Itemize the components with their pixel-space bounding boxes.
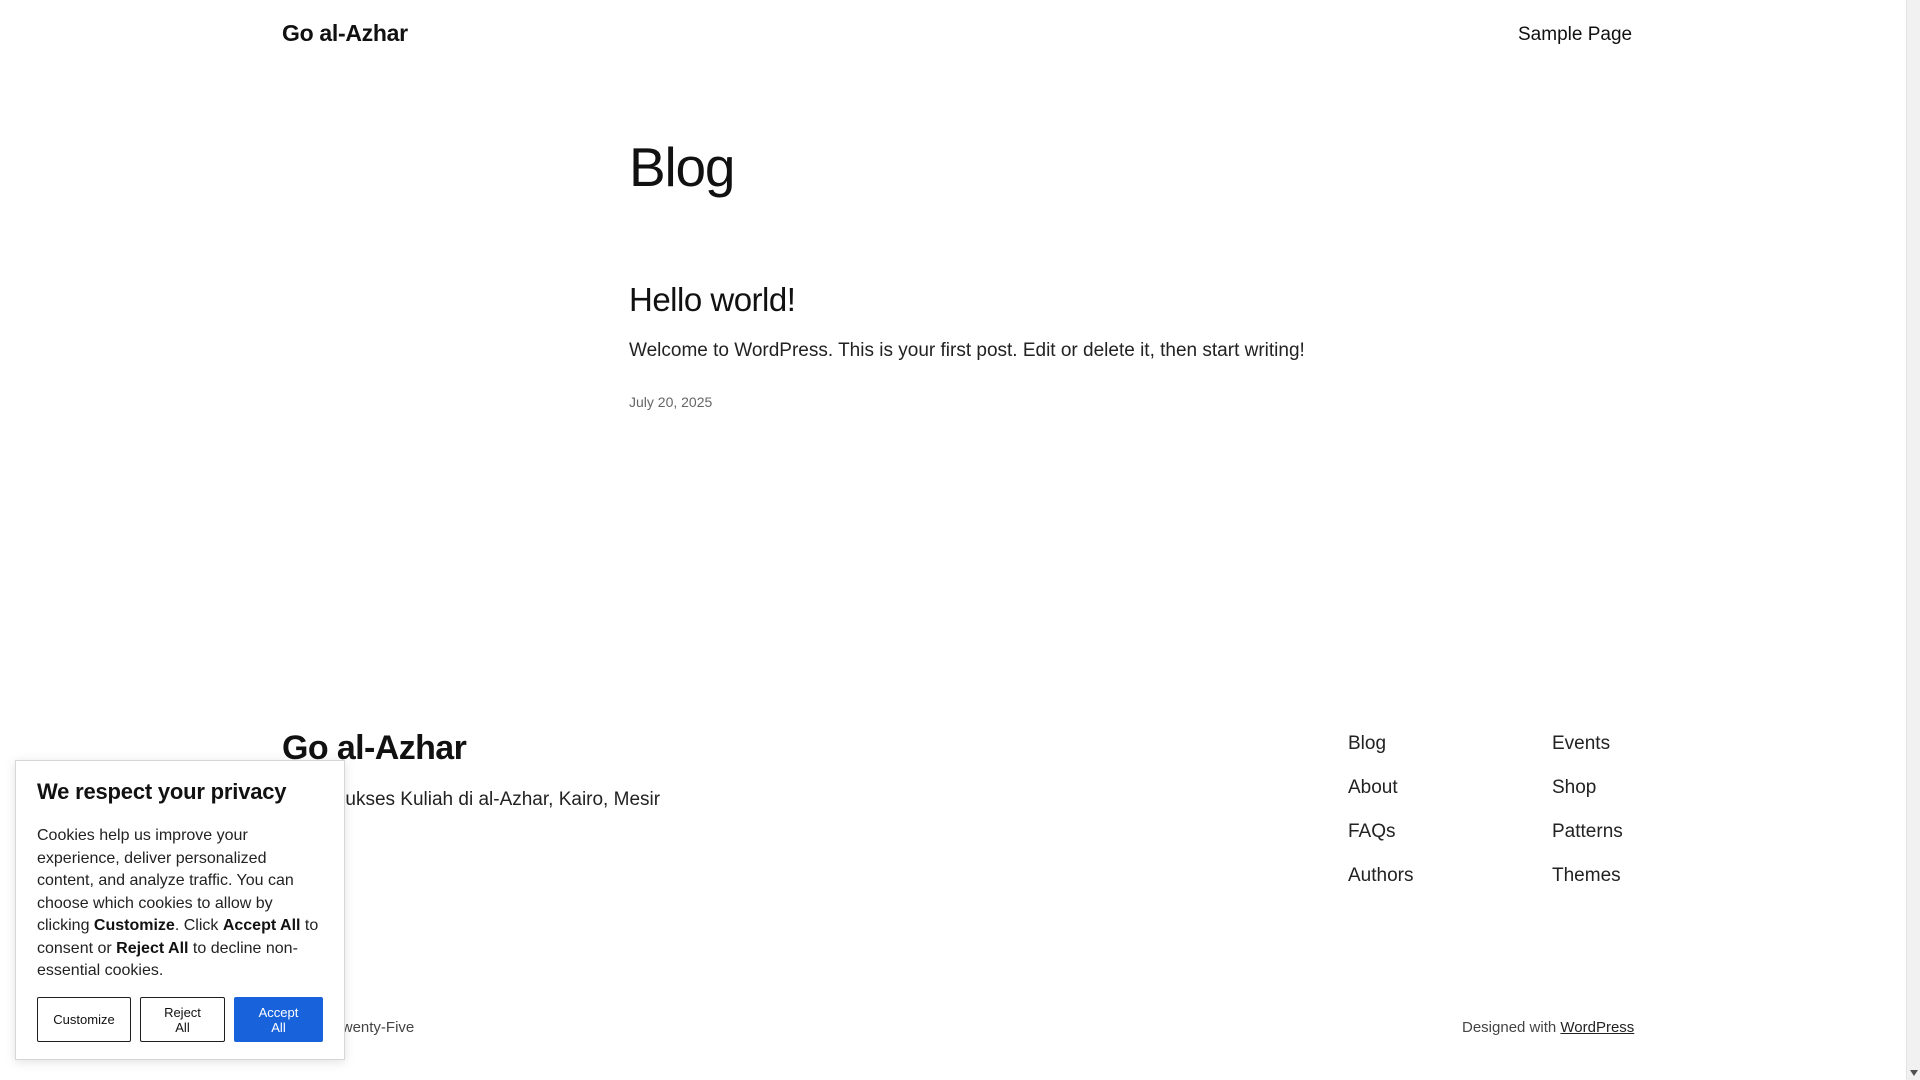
footer-designed-with: Designed with WordPress xyxy=(1462,1019,1634,1036)
wordpress-link[interactable]: WordPress xyxy=(1560,1019,1634,1036)
cookie-text-reject: Reject All xyxy=(116,939,189,957)
cookie-text-accept: Accept All xyxy=(222,917,301,934)
page-title: Blog xyxy=(629,136,735,198)
footer-link-about[interactable]: About xyxy=(1348,777,1413,798)
footer-nav-column-2: Events Shop Patterns Themes xyxy=(1552,733,1623,886)
designed-with-text: Designed with xyxy=(1462,1019,1557,1036)
footer-link-events[interactable]: Events xyxy=(1552,733,1623,754)
footer-link-shop[interactable]: Shop xyxy=(1552,777,1623,798)
footer-link-themes[interactable]: Themes xyxy=(1552,865,1623,886)
cookie-consent-banner: We respect your privacy Cookies help us … xyxy=(15,760,345,1060)
accept-all-button[interactable]: Accept All xyxy=(234,997,323,1042)
footer-link-patterns[interactable]: Patterns xyxy=(1552,821,1623,842)
scroll-down-arrow-icon[interactable] xyxy=(1910,1070,1918,1076)
nav-link-sample-page[interactable]: Sample Page xyxy=(1518,24,1632,46)
cookie-text-part-2: . Click xyxy=(174,917,223,934)
vertical-scrollbar[interactable] xyxy=(1906,0,1920,1080)
reject-all-button[interactable]: Reject All xyxy=(140,997,225,1042)
footer-link-blog[interactable]: Blog xyxy=(1348,733,1413,754)
post-title-link[interactable]: Hello world! xyxy=(629,281,796,319)
footer-nav-column-1: Blog About FAQs Authors xyxy=(1348,733,1413,886)
cookie-button-row: Customize Reject All Accept All xyxy=(37,997,323,1042)
footer-link-authors[interactable]: Authors xyxy=(1348,865,1413,886)
post-excerpt: Welcome to WordPress. This is your first… xyxy=(629,340,1305,361)
site-title-link[interactable]: Go al-Azhar xyxy=(282,20,408,47)
cookie-banner-description: Cookies help us improve your experience,… xyxy=(37,825,323,983)
post-date: July 20, 2025 xyxy=(629,394,713,410)
cookie-banner-title: We respect your privacy xyxy=(37,779,287,804)
cookie-text-customize: Customize xyxy=(93,917,175,934)
customize-button[interactable]: Customize xyxy=(37,997,131,1042)
footer-link-faqs[interactable]: FAQs xyxy=(1348,821,1413,842)
